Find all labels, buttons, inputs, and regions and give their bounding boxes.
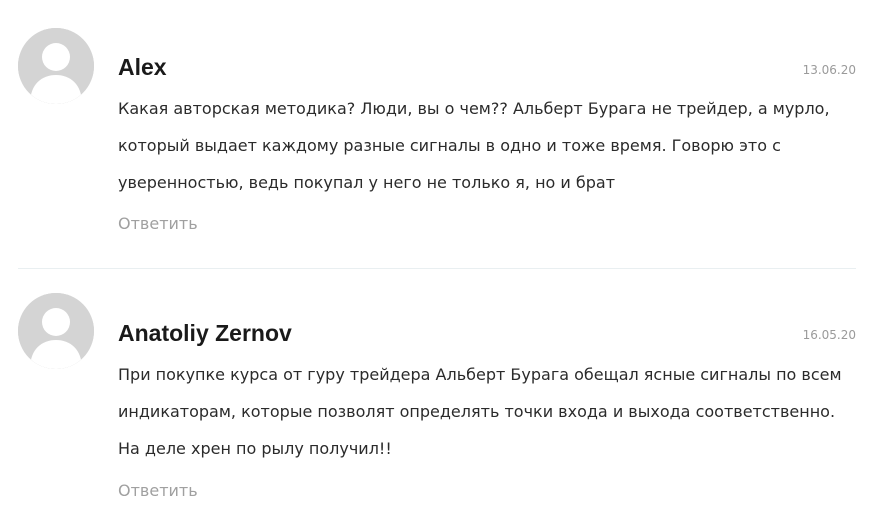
comment-date: 13.06.20 (802, 63, 856, 77)
avatar (18, 28, 94, 104)
comment-item: Alex 13.06.20 Какая авторская методика? … (18, 28, 856, 238)
comment-divider (18, 268, 856, 269)
reply-button[interactable]: Ответить (118, 214, 198, 233)
user-placeholder-icon (18, 28, 94, 104)
comment-text: При покупке курса от гуру трейдера Альбе… (118, 365, 842, 458)
avatar (18, 293, 94, 369)
comment-author[interactable]: Alex (118, 54, 167, 81)
reply-button[interactable]: Ответить (118, 481, 198, 500)
comment-item: Anatoliy Zernov 16.05.20 При покупке кур… (18, 293, 856, 503)
comment-author[interactable]: Anatoliy Zernov (118, 320, 292, 347)
comment-text: Какая авторская методика? Люди, вы о чем… (118, 99, 830, 192)
comment-date: 16.05.20 (802, 328, 856, 342)
user-placeholder-icon (18, 293, 94, 369)
